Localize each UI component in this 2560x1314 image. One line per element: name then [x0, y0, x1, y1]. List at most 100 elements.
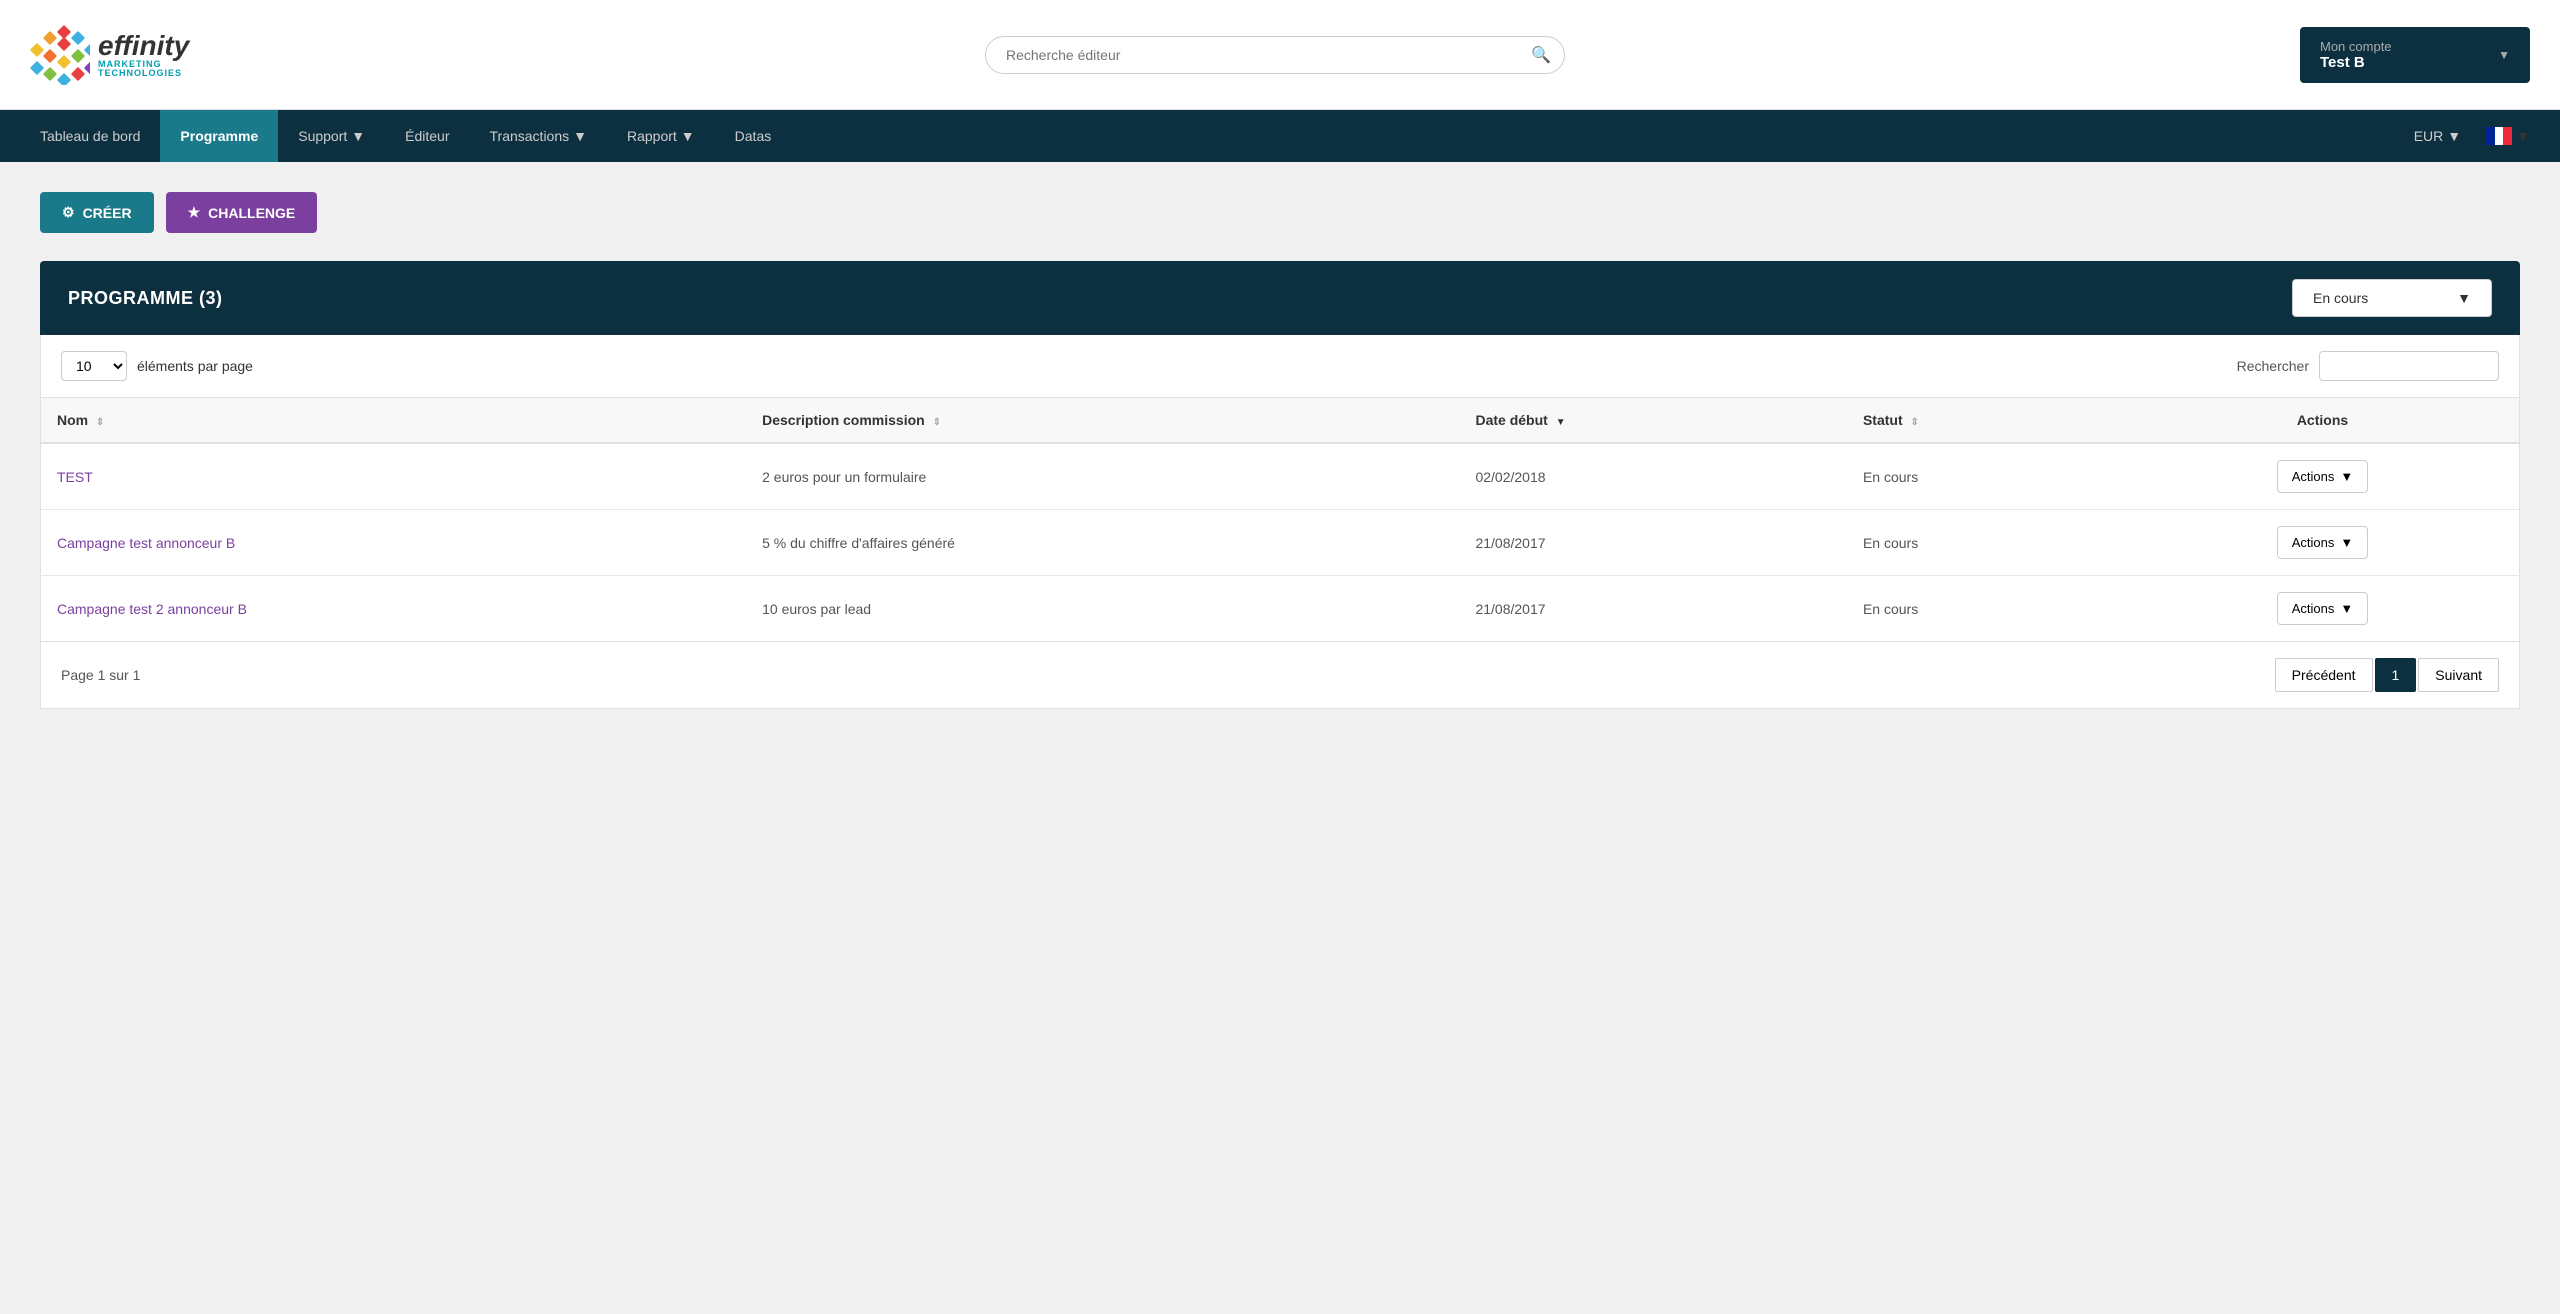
cell-actions-1: Actions ▼	[2126, 510, 2520, 576]
sort-icon-nom: ⇕	[96, 417, 104, 428]
table-header: Nom ⇕ Description commission ⇕ Date débu…	[41, 398, 2520, 443]
cell-description-1: 5 % du chiffre d'affaires généré	[746, 510, 1459, 576]
challenge-label: CHALLENGE	[208, 205, 295, 221]
pagination-bar: Page 1 sur 1 Précédent 1 Suivant	[40, 642, 2520, 709]
nav-label-rapport: Rapport	[627, 128, 677, 144]
account-label: Mon compte	[2320, 39, 2392, 54]
nav-label-transactions: Transactions	[490, 128, 570, 144]
chevron-down-icon-status: ▼	[2457, 290, 2471, 306]
table-search-label: Rechercher	[2237, 358, 2309, 374]
per-page-label: éléments par page	[137, 358, 253, 374]
nav-item-rapport[interactable]: Rapport ▼	[607, 110, 715, 162]
programme-link-0[interactable]: TEST	[57, 469, 93, 485]
programme-table: Nom ⇕ Description commission ⇕ Date débu…	[40, 398, 2520, 642]
search-area: 🔍	[250, 36, 2300, 74]
chevron-down-icon-actions-0: ▼	[2340, 469, 2353, 484]
page-info: Page 1 sur 1	[61, 667, 140, 683]
main-content: ⚙ CRÉER ★ CHALLENGE PROGRAMME (3) En cou…	[0, 162, 2560, 1314]
cell-statut-0: En cours	[1847, 443, 2126, 510]
nav-label-tableau: Tableau de bord	[40, 128, 140, 144]
chevron-down-icon-language: ▼	[2516, 128, 2530, 144]
star-icon: ★	[188, 204, 201, 221]
logo-text: effinity MARKETINGTECHNOLOGIES	[98, 32, 189, 78]
status-filter-dropdown[interactable]: En cours ▼	[2292, 279, 2492, 317]
table-row: Campagne test annonceur B 5 % du chiffre…	[41, 510, 2520, 576]
nav-label-editeur: Éditeur	[405, 128, 449, 144]
nav-bar: Tableau de bord Programme Support ▼ Édit…	[0, 110, 2560, 162]
programme-header: PROGRAMME (3) En cours ▼	[40, 261, 2520, 335]
chevron-down-icon-support: ▼	[351, 128, 365, 144]
creer-label: CRÉER	[83, 205, 132, 221]
actions-button-2[interactable]: Actions ▼	[2277, 592, 2369, 625]
search-button[interactable]: 🔍	[1531, 45, 1551, 65]
account-dropdown[interactable]: Mon compte Test B ▼	[2300, 27, 2530, 83]
prev-page-button[interactable]: Précédent	[2275, 658, 2373, 692]
search-icon: 🔍	[1531, 47, 1551, 64]
next-page-button[interactable]: Suivant	[2418, 658, 2499, 692]
currency-selector[interactable]: EUR ▼	[2399, 110, 2476, 162]
cell-description-2: 10 euros par lead	[746, 576, 1459, 642]
logo-sub-text: MARKETINGTECHNOLOGIES	[98, 60, 189, 78]
col-header-actions: Actions	[2126, 398, 2520, 443]
col-header-statut[interactable]: Statut ⇕	[1847, 398, 2126, 443]
page-1-button[interactable]: 1	[2375, 658, 2417, 692]
nav-item-transactions[interactable]: Transactions ▼	[470, 110, 607, 162]
action-buttons: ⚙ CRÉER ★ CHALLENGE	[40, 192, 2520, 233]
actions-button-0[interactable]: Actions ▼	[2277, 460, 2369, 493]
table-search-area: Rechercher	[2237, 351, 2499, 381]
table-row: Campagne test 2 annonceur B 10 euros par…	[41, 576, 2520, 642]
status-filter-label: En cours	[2313, 290, 2368, 306]
currency-label: EUR	[2414, 128, 2444, 144]
search-input[interactable]	[985, 36, 1565, 74]
per-page-select[interactable]: 10 25 50 100	[61, 351, 127, 381]
nav-label-datas: Datas	[735, 128, 772, 144]
chevron-down-icon: ▼	[2498, 48, 2510, 62]
creer-button[interactable]: ⚙ CRÉER	[40, 192, 154, 233]
cell-nom-0: TEST	[41, 443, 747, 510]
pagination-buttons: Précédent 1 Suivant	[2275, 658, 2499, 692]
cell-date-1: 21/08/2017	[1459, 510, 1847, 576]
chevron-down-icon-rapport: ▼	[681, 128, 695, 144]
col-header-date[interactable]: Date début ▼	[1459, 398, 1847, 443]
table-controls: 10 25 50 100 éléments par page Recherche…	[40, 335, 2520, 398]
table-body: TEST 2 euros pour un formulaire 02/02/20…	[41, 443, 2520, 642]
cell-statut-2: En cours	[1847, 576, 2126, 642]
programme-title: PROGRAMME (3)	[68, 288, 223, 309]
col-header-nom[interactable]: Nom ⇕	[41, 398, 747, 443]
actions-button-1[interactable]: Actions ▼	[2277, 526, 2369, 559]
logo-icon	[30, 25, 90, 85]
programme-link-1[interactable]: Campagne test annonceur B	[57, 535, 235, 551]
cell-date-2: 21/08/2017	[1459, 576, 1847, 642]
cell-description-0: 2 euros pour un formulaire	[746, 443, 1459, 510]
sort-icon-description: ⇕	[933, 417, 941, 428]
nav-item-datas[interactable]: Datas	[715, 110, 792, 162]
col-header-description[interactable]: Description commission ⇕	[746, 398, 1459, 443]
per-page-wrapper: 10 25 50 100 éléments par page	[61, 351, 253, 381]
chevron-down-icon-actions-2: ▼	[2340, 601, 2353, 616]
nav-item-editeur[interactable]: Éditeur	[385, 110, 469, 162]
nav-item-tableau[interactable]: Tableau de bord	[20, 110, 160, 162]
sort-icon-date: ▼	[1556, 417, 1566, 428]
nav-label-support: Support	[298, 128, 347, 144]
cell-actions-0: Actions ▼	[2126, 443, 2520, 510]
cell-nom-1: Campagne test annonceur B	[41, 510, 747, 576]
logo-area: effinity MARKETINGTECHNOLOGIES	[30, 25, 250, 85]
cell-statut-1: En cours	[1847, 510, 2126, 576]
account-info: Mon compte Test B	[2320, 39, 2392, 71]
top-header: effinity MARKETINGTECHNOLOGIES 🔍 Mon com…	[0, 0, 2560, 110]
chevron-down-icon-actions-1: ▼	[2340, 535, 2353, 550]
nav-item-support[interactable]: Support ▼	[278, 110, 385, 162]
logo-effinity-text: effinity	[98, 32, 189, 60]
table-row: TEST 2 euros pour un formulaire 02/02/20…	[41, 443, 2520, 510]
language-selector[interactable]: ▼	[2476, 110, 2540, 162]
cell-actions-2: Actions ▼	[2126, 576, 2520, 642]
account-name: Test B	[2320, 54, 2392, 71]
chevron-down-icon-transactions: ▼	[573, 128, 587, 144]
gear-icon: ⚙	[62, 204, 75, 221]
flag-france-icon	[2486, 127, 2512, 145]
table-search-input[interactable]	[2319, 351, 2499, 381]
challenge-button[interactable]: ★ CHALLENGE	[166, 192, 318, 233]
nav-item-programme[interactable]: Programme	[160, 110, 278, 162]
programme-link-2[interactable]: Campagne test 2 annonceur B	[57, 601, 247, 617]
sort-icon-statut: ⇕	[1911, 417, 1919, 428]
